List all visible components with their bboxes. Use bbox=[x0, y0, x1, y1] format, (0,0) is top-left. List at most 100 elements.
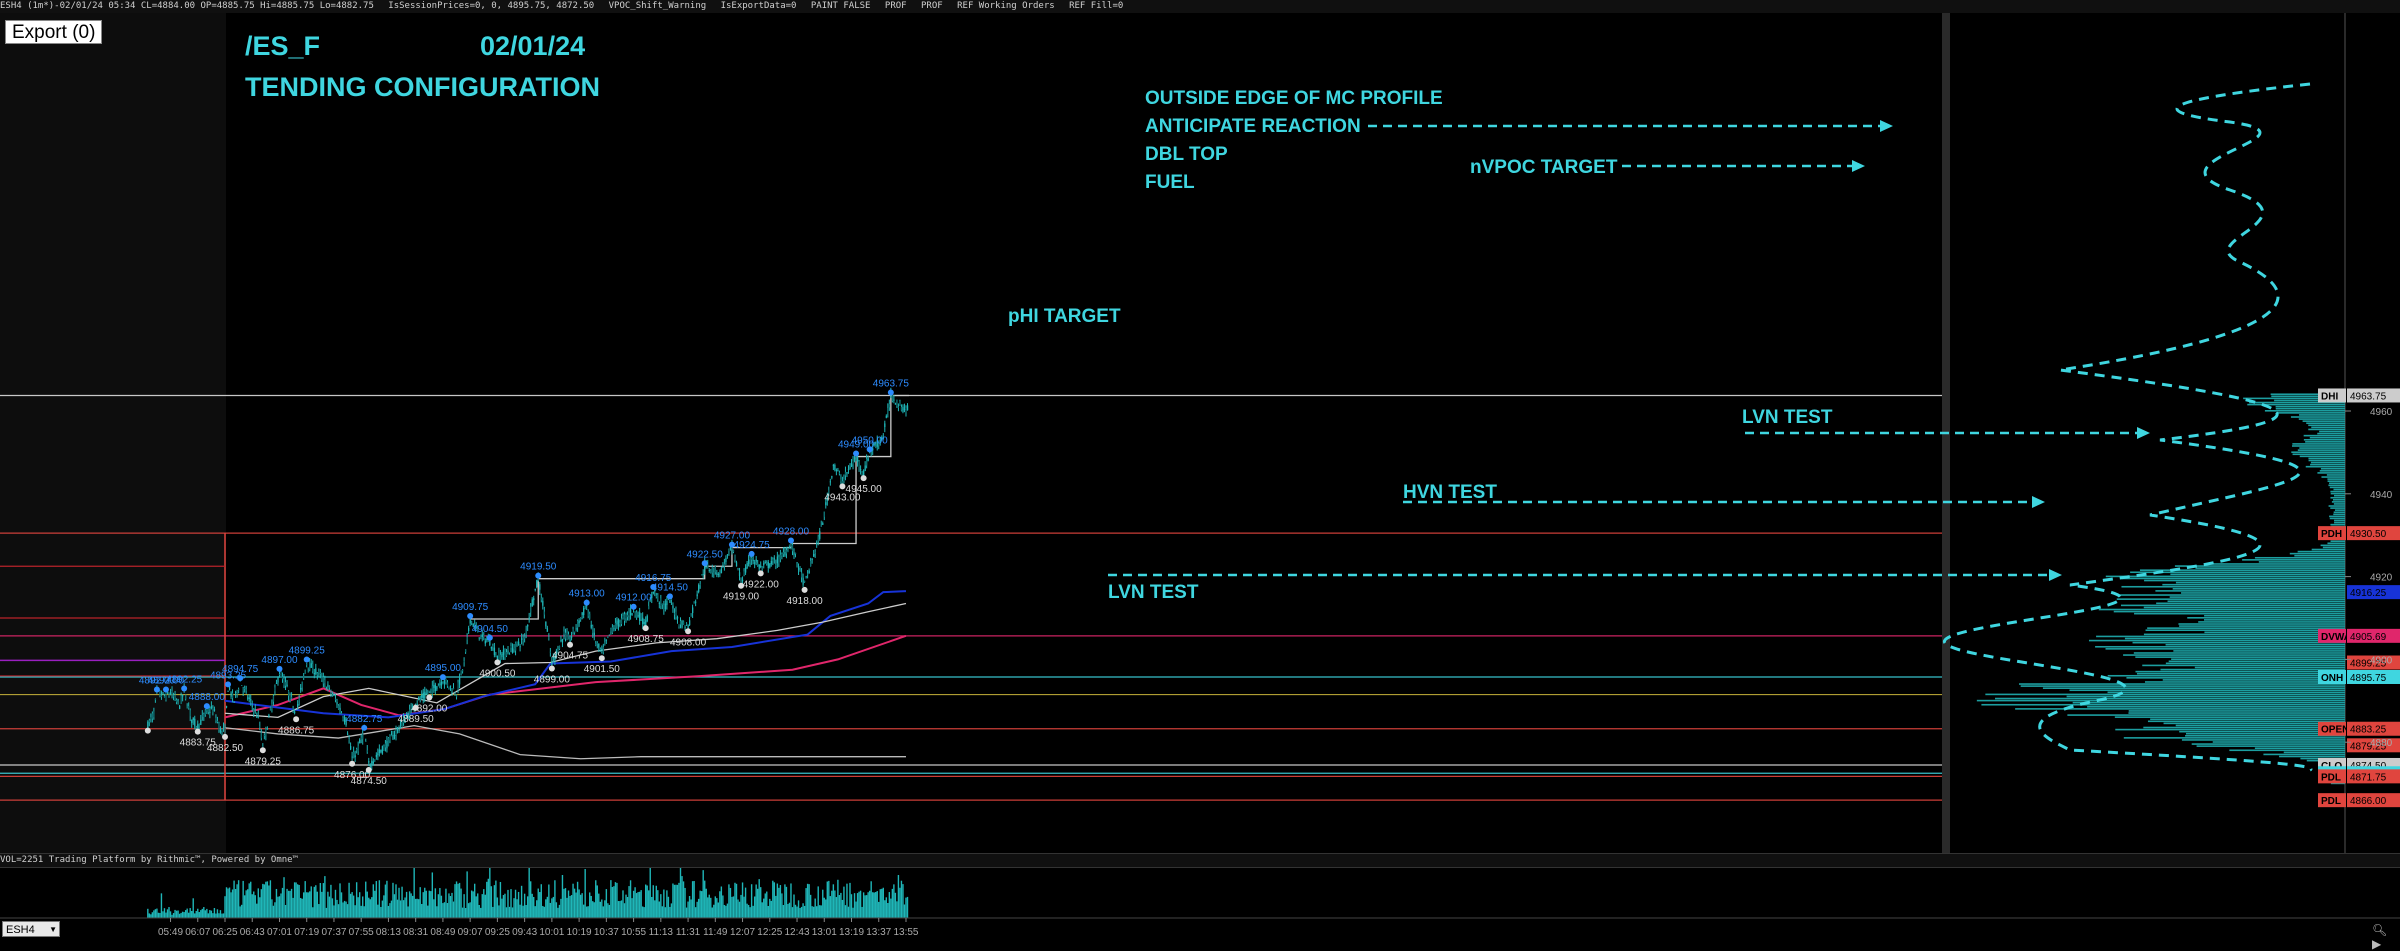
volume-bar bbox=[723, 904, 726, 918]
candle-body bbox=[274, 687, 276, 692]
profile-bar bbox=[2087, 706, 2345, 708]
volume-bar bbox=[831, 890, 833, 918]
volume-bar bbox=[418, 899, 420, 918]
volume-bar bbox=[864, 895, 866, 918]
candle-body bbox=[764, 562, 766, 564]
profile-bar bbox=[2329, 517, 2345, 520]
volume-bar bbox=[871, 892, 874, 918]
candle-body bbox=[770, 561, 773, 564]
zoom-icon[interactable]: 🔍︎ bbox=[2372, 923, 2387, 937]
profile-bar bbox=[2326, 474, 2345, 476]
volume-bar bbox=[678, 882, 680, 918]
profile-bar bbox=[2330, 496, 2345, 499]
swing-high-dot bbox=[748, 550, 755, 557]
volume-bar bbox=[826, 881, 828, 918]
volume-bar bbox=[508, 906, 511, 918]
volume-bar bbox=[806, 883, 809, 918]
volume-bar bbox=[284, 904, 287, 918]
candle-body bbox=[350, 746, 352, 750]
volume-bar bbox=[852, 907, 854, 918]
volume-bar bbox=[283, 877, 285, 918]
profile-bar bbox=[2121, 585, 2345, 588]
candle-body bbox=[191, 719, 193, 723]
volume-bar bbox=[546, 896, 549, 918]
candle-body bbox=[678, 624, 680, 627]
candle-body bbox=[811, 558, 813, 560]
candle-body bbox=[369, 765, 371, 767]
volume-bar bbox=[731, 896, 733, 918]
candle-body bbox=[605, 639, 608, 641]
price-tag-label: 4866.00 bbox=[2350, 796, 2387, 807]
profile-bar bbox=[2329, 486, 2345, 489]
x-tick-label: 05:49 bbox=[158, 927, 183, 938]
volume-bar bbox=[484, 894, 486, 918]
volume-bar bbox=[832, 884, 835, 918]
volume-bar bbox=[528, 866, 530, 918]
subtitle-label: TENDING CONFIGURATION bbox=[245, 72, 600, 102]
candle-body bbox=[478, 637, 480, 639]
volume-bar bbox=[734, 882, 736, 918]
y-tick-label: 4880 bbox=[2370, 738, 2393, 749]
volume-bar bbox=[197, 908, 199, 918]
profile-bar bbox=[2333, 488, 2345, 491]
profile-bar bbox=[2302, 420, 2345, 422]
candle-body bbox=[268, 714, 270, 717]
candle-body bbox=[675, 611, 677, 618]
symbol-select[interactable]: ESH4 ▼ bbox=[2, 921, 60, 937]
swing-low-label: 4918.00 bbox=[787, 596, 824, 607]
volume-bar bbox=[520, 885, 523, 918]
volume-bar bbox=[664, 907, 667, 918]
candle-body bbox=[265, 728, 267, 736]
swing-high-label: 4914.50 bbox=[652, 582, 689, 593]
swing-low-label: 4889.50 bbox=[398, 714, 435, 725]
title-item: IsSessionPrices=0, 0, 4895.75, 4872.50 bbox=[388, 1, 595, 11]
candle-body bbox=[903, 408, 906, 411]
candle-body bbox=[392, 734, 394, 740]
candle-body bbox=[457, 682, 459, 690]
volume-bar bbox=[343, 900, 346, 918]
swing-low-label: 4886.75 bbox=[278, 725, 315, 736]
volume-bar bbox=[640, 890, 642, 918]
export-button[interactable]: Export (0) bbox=[5, 20, 103, 44]
volume-bar bbox=[204, 910, 207, 918]
candle-body bbox=[849, 466, 851, 470]
volume-bar bbox=[289, 890, 291, 918]
candle-body bbox=[566, 632, 568, 640]
swing-high-label: 4928.00 bbox=[773, 526, 810, 537]
scroll-right-icon[interactable]: ▶ bbox=[2372, 937, 2381, 951]
volume-bar bbox=[667, 896, 670, 918]
candle-body bbox=[688, 620, 691, 626]
volume-bar bbox=[902, 884, 904, 918]
volume-bar bbox=[301, 898, 303, 918]
candle-body bbox=[847, 469, 850, 471]
price-chart[interactable]: DHI 4963.75PDH 4930.504916.25DVWAP4905.694… bbox=[0, 13, 2400, 943]
volume-bar bbox=[430, 891, 432, 918]
swing-low-dot bbox=[839, 483, 846, 490]
candle-body bbox=[530, 606, 532, 613]
volume-bar bbox=[380, 906, 382, 918]
profile-bar bbox=[2174, 565, 2345, 567]
profile-bar bbox=[2128, 710, 2345, 712]
candle-body bbox=[595, 643, 597, 646]
swing-low-dot bbox=[642, 625, 649, 632]
candle-body bbox=[702, 574, 704, 576]
profile-bar bbox=[1995, 697, 2345, 700]
volume-bar bbox=[865, 895, 868, 918]
profile-bar bbox=[2066, 695, 2345, 698]
volume-bar bbox=[174, 909, 176, 918]
swing-high-dot bbox=[853, 450, 860, 457]
candle-body bbox=[693, 602, 695, 604]
volume-bar bbox=[876, 891, 878, 918]
swing-high-dot bbox=[237, 675, 244, 682]
profile-bar bbox=[2144, 579, 2345, 582]
candle-body bbox=[734, 554, 736, 560]
volume-bar bbox=[705, 888, 707, 918]
level-tag-label: PDH bbox=[2321, 529, 2342, 540]
candle-body bbox=[290, 697, 293, 699]
candle-body bbox=[799, 566, 801, 569]
volume-bar bbox=[451, 892, 453, 918]
candle-body bbox=[601, 648, 603, 651]
candle-body bbox=[398, 729, 400, 731]
candle-body bbox=[496, 655, 499, 660]
candle-body bbox=[396, 727, 399, 729]
